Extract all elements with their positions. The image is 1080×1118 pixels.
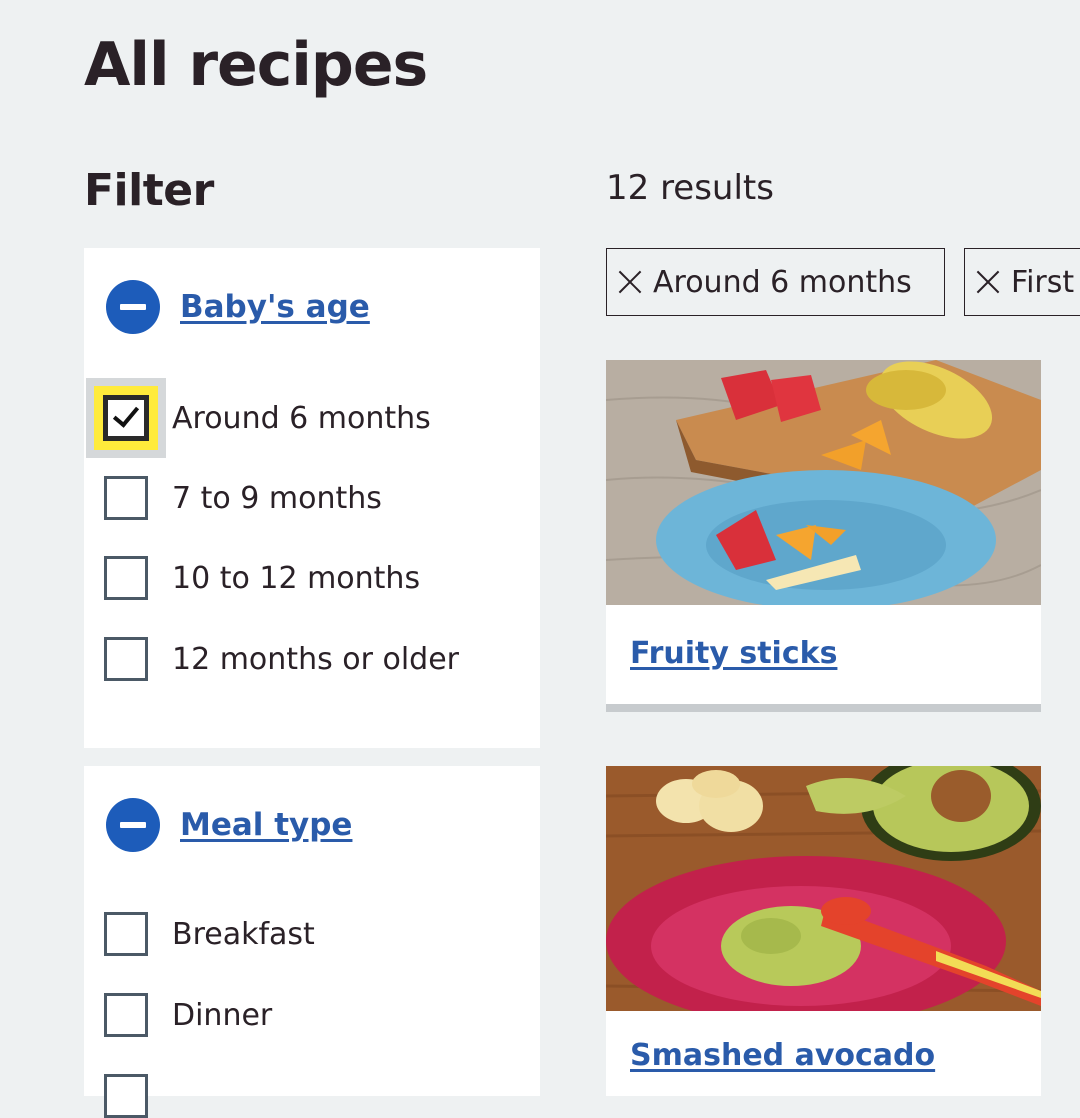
option-label: Around 6 months (172, 400, 431, 436)
recipe-title-link[interactable]: Smashed avocado (630, 1038, 935, 1073)
close-icon[interactable] (617, 269, 643, 295)
filter-option-12-months-or-older[interactable]: 12 months or older (104, 637, 459, 681)
checkbox-checked[interactable] (103, 395, 149, 441)
filter-option-7-to-9-months[interactable]: 7 to 9 months (104, 476, 382, 520)
filter-group-header[interactable]: Meal type (106, 798, 352, 852)
collapse-minus-icon[interactable] (106, 280, 160, 334)
checkbox[interactable] (104, 637, 148, 681)
filter-option-10-to-12-months[interactable]: 10 to 12 months (104, 556, 420, 600)
active-filter-chip-around-6-months[interactable]: Around 6 months (606, 248, 945, 316)
active-filter-chip-first[interactable]: First (964, 248, 1080, 316)
filter-option-around-6-months[interactable]: Around 6 months (86, 378, 431, 458)
close-icon[interactable] (975, 269, 1001, 295)
recipe-image-avocado[interactable] (606, 766, 1041, 1011)
chip-label: Around 6 months (653, 264, 912, 300)
page-title: All recipes (84, 30, 428, 100)
checkbox[interactable] (104, 912, 148, 956)
results-count: 12 results (606, 168, 774, 208)
option-label: Dinner (172, 997, 273, 1033)
checkbox[interactable] (104, 556, 148, 600)
option-label: 12 months or older (172, 641, 459, 677)
recipe-card[interactable]: Fruity sticks (606, 360, 1041, 712)
recipe-card[interactable]: Smashed avocado (606, 766, 1041, 1096)
option-label: Breakfast (172, 916, 315, 952)
filter-option-partial[interactable] (104, 1074, 148, 1118)
filter-option-breakfast[interactable]: Breakfast (104, 912, 315, 956)
recipe-title-link[interactable]: Fruity sticks (630, 636, 837, 671)
option-label: 10 to 12 months (172, 560, 421, 596)
filter-group-link-meal-type[interactable]: Meal type (180, 807, 352, 843)
checkbox[interactable] (104, 1074, 148, 1118)
filter-group-header[interactable]: Baby's age (106, 280, 370, 334)
filter-heading: Filter (84, 165, 214, 216)
focus-highlight (86, 378, 166, 458)
filter-option-dinner[interactable]: Dinner (104, 993, 272, 1037)
chip-label: First (1011, 264, 1075, 300)
filter-group-link-babys-age[interactable]: Baby's age (180, 289, 370, 325)
checkbox[interactable] (104, 993, 148, 1037)
option-label: 7 to 9 months (172, 480, 382, 516)
checkbox[interactable] (104, 476, 148, 520)
filter-panel-babys-age: Baby's age Around 6 months 7 to 9 months… (84, 248, 540, 748)
recipe-image-fruit[interactable] (606, 360, 1041, 605)
collapse-minus-icon[interactable] (106, 798, 160, 852)
filter-panel-meal-type: Meal type Breakfast Dinner (84, 766, 540, 1118)
